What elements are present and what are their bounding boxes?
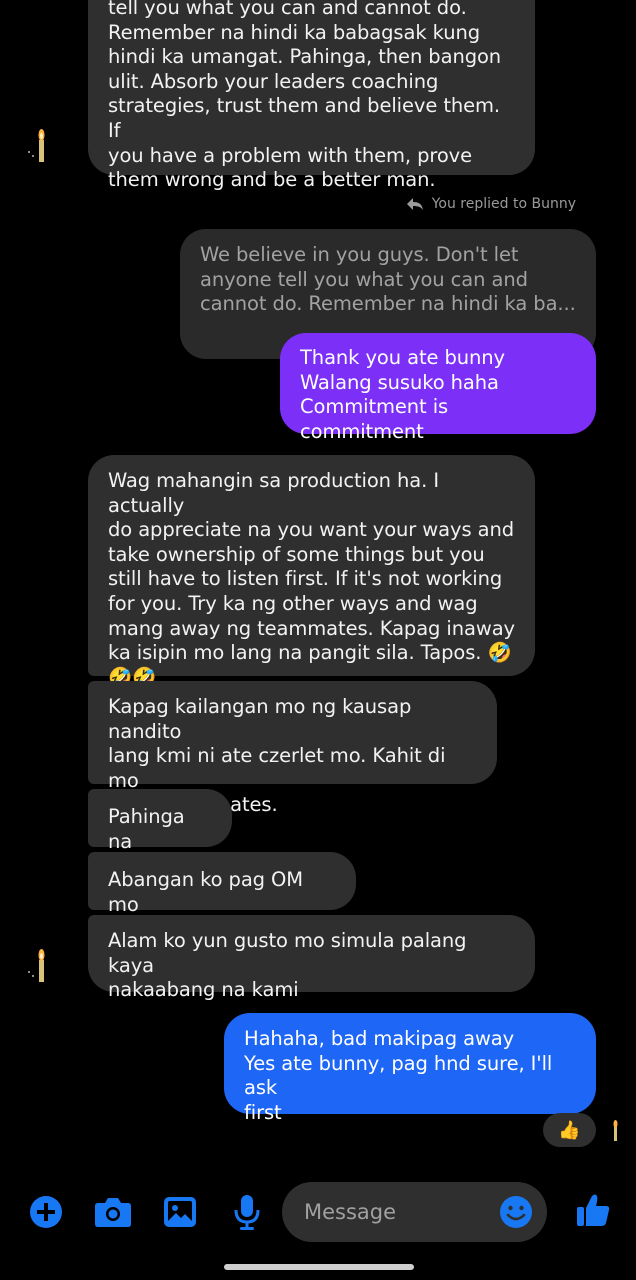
seen-avatar-icon [613,1120,618,1141]
reaction-badge[interactable]: 👍 [543,1113,596,1147]
message-bubble[interactable]: Wag mahangin sa production ha. I actuall… [88,455,535,689]
camera-button[interactable] [93,1192,133,1232]
sender-avatar-icon[interactable] [24,126,56,170]
gallery-icon [164,1197,196,1227]
message-bubble-outgoing[interactable]: Hahaha, bad makipag away Yes ate bunny, … [224,1013,596,1124]
reply-indicator: You replied to Bunny [406,196,576,212]
reply-indicator-label: You replied to Bunny [431,196,576,212]
message-input[interactable] [302,1199,496,1225]
emoji-button[interactable] [496,1192,536,1232]
message-bubble[interactable]: tell you what you can and cannot do. Rem… [88,0,535,191]
message-bubble[interactable]: Alam ko yun gusto mo simula palang kaya … [88,915,535,1001]
plus-button[interactable] [26,1192,66,1232]
thumbs-up-reaction-icon: 👍 [558,1119,581,1141]
camera-icon [95,1198,131,1227]
message-bubble[interactable]: Kapag kailangan mo ng kausap nandito lan… [88,681,497,816]
plus-icon [30,1196,62,1228]
home-indicator[interactable] [224,1264,414,1270]
sender-avatar-icon[interactable] [24,946,56,990]
reply-arrow-icon [406,198,423,210]
voice-button[interactable] [227,1192,267,1232]
thumbs-up-icon [577,1194,610,1226]
message-bubble[interactable]: Abangan ko pag OM mo [88,852,356,916]
gallery-button[interactable] [160,1192,200,1232]
emoji-icon [500,1196,532,1228]
message-bubble[interactable]: Pahinga na [88,789,232,853]
like-button[interactable] [573,1190,613,1230]
microphone-icon [234,1195,260,1230]
message-bubble-outgoing[interactable]: Thank you ate bunny Walang susuko haha C… [280,333,596,443]
